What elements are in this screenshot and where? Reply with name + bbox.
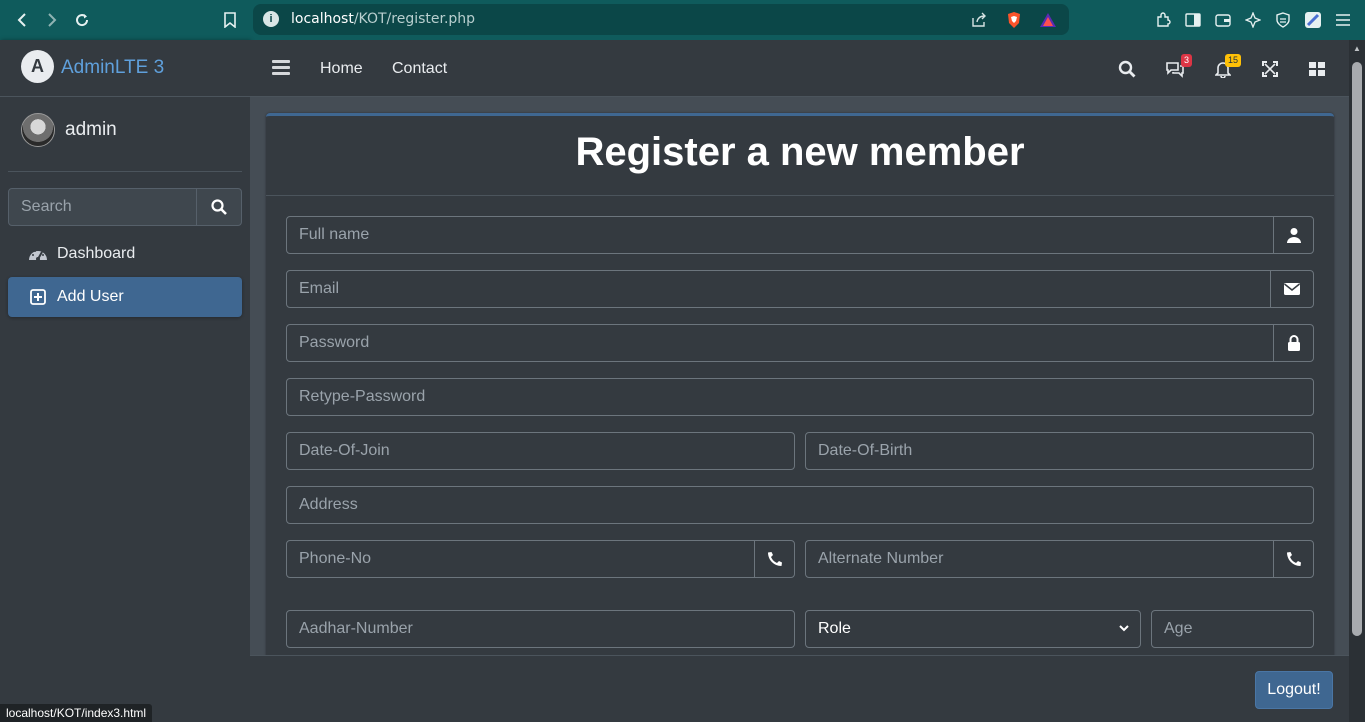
date-of-join-group	[286, 432, 795, 470]
address-group	[286, 486, 1314, 524]
alternate-number-input[interactable]	[806, 541, 1273, 577]
brand-text: AdminLTE 3	[61, 57, 165, 78]
search-icon	[211, 199, 227, 215]
brave-shield-icon[interactable]	[1004, 10, 1024, 30]
vpn-icon[interactable]	[1273, 10, 1293, 30]
phone-group	[286, 540, 795, 578]
leo-ai-icon[interactable]	[1243, 10, 1263, 30]
sidebar-search-input[interactable]	[8, 188, 197, 226]
brand-link[interactable]: A AdminLTE 3	[0, 40, 250, 97]
date-of-birth-group	[805, 432, 1314, 470]
sidebar-item-add-user[interactable]: Add User	[8, 277, 242, 317]
user-name[interactable]: admin	[65, 119, 117, 141]
card-header: Register a new member	[266, 116, 1334, 196]
password-group	[286, 324, 1314, 362]
main-sidebar: A AdminLTE 3 admin Dashboard Add User	[0, 40, 250, 722]
nav-link-contact[interactable]: Contact	[392, 60, 447, 78]
bookmark-icon[interactable]	[218, 8, 242, 32]
url-host: localhost	[291, 11, 354, 27]
back-icon[interactable]	[10, 8, 34, 32]
wallet-icon[interactable]	[1213, 10, 1233, 30]
email-input[interactable]	[287, 271, 1272, 307]
alternate-number-group	[805, 540, 1314, 578]
brave-rewards-icon[interactable]	[1038, 10, 1058, 30]
hamburger-menu-icon[interactable]	[272, 60, 290, 76]
aadhar-input[interactable]	[287, 611, 794, 647]
sidebar-search-button[interactable]	[196, 188, 242, 226]
retype-password-group	[286, 378, 1314, 416]
date-of-join-input[interactable]	[287, 433, 794, 469]
sidebar-item-label: Add User	[57, 288, 124, 305]
phone-input[interactable]	[287, 541, 754, 577]
site-info-icon[interactable]: i	[263, 11, 279, 27]
aadhar-group	[286, 610, 795, 648]
email-group	[286, 270, 1314, 308]
role-select[interactable]: Role	[805, 610, 1141, 648]
password-input[interactable]	[287, 325, 1275, 361]
fullscreen-icon[interactable]	[1259, 58, 1281, 80]
scroll-up-arrow-icon[interactable]: ▲	[1352, 44, 1362, 54]
navbar-search-icon[interactable]	[1116, 58, 1138, 80]
share-icon[interactable]	[969, 10, 989, 30]
age-input[interactable]	[1152, 611, 1313, 647]
content-wrapper: Register a new member Full name Email Da…	[250, 97, 1349, 722]
age-group	[1151, 610, 1314, 648]
status-bar-url: localhost/KOT/index3.html	[0, 704, 153, 722]
sidebar-item-label: Dashboard	[57, 245, 136, 262]
reload-icon[interactable]	[70, 8, 94, 32]
sidebar-toggle-icon[interactable]	[1183, 10, 1203, 30]
role-select-value: Role	[818, 620, 851, 637]
browser-toolbar: i localhost/KOT/register.php	[0, 0, 1365, 40]
menu-icon[interactable]	[1333, 10, 1353, 30]
adminlte-logo: A	[21, 50, 54, 83]
scrollbar-thumb[interactable]	[1352, 62, 1362, 636]
register-card: Register a new member Full name Email Da…	[266, 113, 1334, 673]
notifications-badge: 15	[1225, 54, 1242, 67]
address-bar[interactable]: i localhost/KOT/register.php	[253, 4, 1069, 35]
user-icon	[1273, 217, 1313, 253]
full-name-group	[286, 216, 1314, 254]
avatar[interactable]	[21, 113, 55, 147]
tachometer-icon	[28, 244, 48, 264]
address-bar-text: localhost/KOT/register.php	[291, 11, 475, 27]
date-of-birth-input[interactable]	[806, 433, 1313, 469]
chevron-down-icon	[1118, 611, 1130, 647]
sidebar-search	[8, 188, 242, 226]
retype-password-input[interactable]	[287, 379, 1313, 415]
top-navbar: Home Contact 3 15	[250, 40, 1349, 97]
notifications-icon[interactable]: 15	[1212, 54, 1242, 80]
nav-link-home[interactable]: Home	[320, 60, 363, 78]
full-name-input[interactable]	[287, 217, 1275, 253]
logout-button[interactable]: Logout!	[1255, 671, 1333, 709]
plus-square-icon	[28, 287, 48, 307]
user-panel: admin	[8, 97, 242, 172]
sidebar-item-dashboard[interactable]: Dashboard	[8, 234, 242, 274]
lock-icon	[1273, 325, 1313, 361]
extensions-icon[interactable]	[1153, 10, 1173, 30]
address-input[interactable]	[287, 487, 1313, 523]
card-footer	[250, 655, 1349, 722]
control-sidebar-icon[interactable]	[1306, 58, 1328, 80]
forward-icon[interactable]	[40, 8, 64, 32]
page-title: Register a new member	[575, 130, 1025, 174]
messages-badge: 3	[1181, 54, 1193, 67]
messages-icon[interactable]: 3	[1164, 54, 1193, 80]
envelope-icon	[1270, 271, 1313, 307]
phone-icon	[1273, 541, 1313, 577]
phone-icon	[754, 541, 794, 577]
profile-icon[interactable]	[1303, 10, 1323, 30]
url-path: /KOT/register.php	[353, 11, 476, 27]
